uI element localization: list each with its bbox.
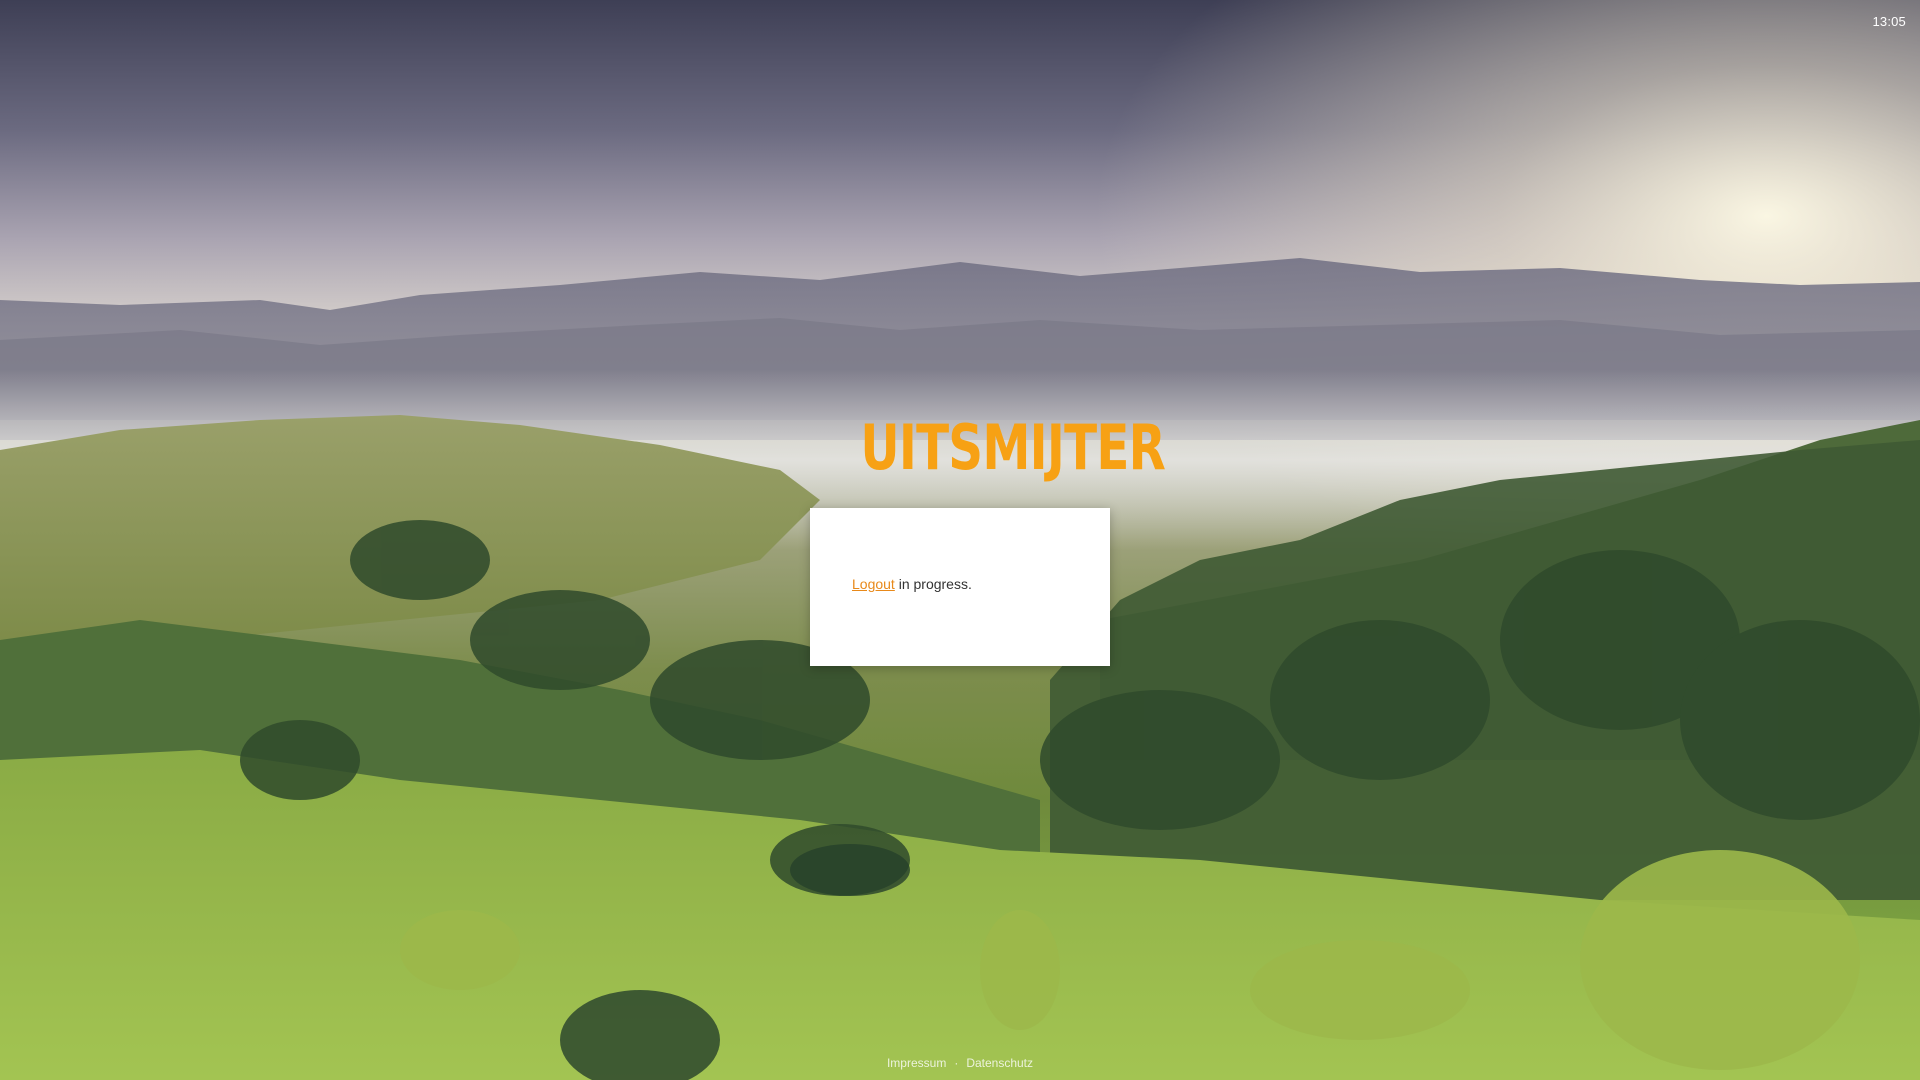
logo-uitsmijter: UITSMIJTER [860, 411, 1166, 484]
footer-separator: · [954, 1056, 959, 1070]
datenschutz-link[interactable]: Datenschutz [966, 1056, 1033, 1070]
clock-time: 13:05 [1872, 14, 1906, 29]
logout-link[interactable]: Logout [852, 576, 895, 592]
logout-status-card: Logout in progress. [810, 508, 1110, 666]
logout-status-suffix: in progress. [894, 576, 972, 592]
logout-status-message: Logout in progress. [852, 576, 972, 592]
background-landscape: 13:05 UITSMIJTER Logout in progress. Imp… [0, 0, 1920, 1080]
impressum-link[interactable]: Impressum [887, 1056, 946, 1070]
footer-links: Impressum · Datenschutz [0, 1056, 1920, 1070]
